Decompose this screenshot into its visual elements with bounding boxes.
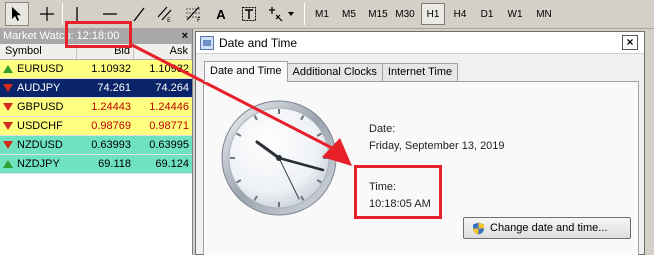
ask-cell: 1.10932 [149, 63, 189, 75]
timeframe-d1-button[interactable]: D1 [475, 3, 499, 25]
symbol-name: USDCHF [17, 120, 63, 132]
market-watch-panel: Market Watch: 12:18:00 × Symbol Bid Ask … [0, 29, 193, 255]
svg-text:F: F [197, 17, 201, 23]
change-date-time-button[interactable]: Change date and time... [463, 217, 631, 239]
channel-button[interactable]: E [154, 2, 176, 26]
close-icon[interactable]: × [182, 29, 188, 44]
ask-cell: 0.63995 [149, 139, 189, 151]
symbol-cell: AUDJPY [0, 79, 77, 97]
market-watch-rows: EURUSD 1.10932 1.10932 AUDJPY 74.261 74.264 GB… [0, 60, 192, 174]
crosshair-icon [40, 7, 54, 21]
market-watch-row[interactable]: NZDJPY 69.118 69.124 [0, 155, 192, 174]
symbol-cell: GBPUSD [0, 98, 77, 116]
symbol-name: NZDJPY [17, 158, 60, 170]
dialog-tabs: Date and Time Additional Clocks Internet… [204, 61, 459, 82]
bid-cell: 0.98769 [91, 120, 131, 132]
horizontal-line-icon [103, 13, 117, 15]
fibonacci-button[interactable]: F [182, 2, 206, 26]
timeframe-m15-button[interactable]: M15 [364, 3, 392, 25]
cursor-button[interactable] [5, 2, 29, 26]
symbol-name: EURUSD [17, 63, 64, 75]
timeframe-h4-button[interactable]: H4 [448, 3, 472, 25]
bid-cell: 74.261 [97, 82, 131, 94]
vertical-line-icon [76, 7, 78, 21]
date-time-dialog: Date and Time × Date and Time Additional… [195, 31, 645, 255]
market-watch-row[interactable]: USDCHF 0.98769 0.98771 [0, 117, 192, 136]
crosshair-button[interactable] [35, 2, 59, 26]
svg-text:E: E [167, 17, 171, 23]
close-icon[interactable]: × [622, 35, 638, 50]
symbol-name: NZDUSD [17, 139, 63, 151]
arrow-down-icon [3, 103, 13, 111]
symbol-cell: NZDJPY [0, 155, 77, 173]
dialog-title-bar: Date and Time × [196, 32, 644, 54]
change-date-time-label: Change date and time... [490, 222, 608, 234]
symbol-cell: NZDUSD [0, 136, 77, 154]
timeframe-m30-button[interactable]: M30 [391, 3, 419, 25]
symbol-name: GBPUSD [17, 101, 64, 113]
arrow-up-icon [3, 160, 13, 168]
timeframe-w1-button[interactable]: W1 [503, 3, 527, 25]
cursor-icon [12, 7, 21, 21]
bid-cell: 1.10932 [91, 63, 131, 75]
timeframe-h1-button[interactable]: H1 [421, 3, 445, 25]
symbol-cell: USDCHF [0, 117, 77, 135]
symbol-cell: EURUSD [0, 60, 77, 78]
timeframe-m5-button[interactable]: M5 [337, 3, 361, 25]
text-icon: A [216, 6, 226, 22]
ask-cell: 0.98771 [149, 120, 189, 132]
highlight-box-system-time [354, 165, 442, 219]
market-watch-row[interactable]: NZDUSD 0.63993 0.63995 [0, 136, 192, 155]
trendline-icon [133, 7, 145, 22]
dialog-title: Date and Time [219, 35, 298, 50]
timeframe-mn-button[interactable]: MN [532, 3, 556, 25]
arrows-icon [269, 7, 294, 22]
market-watch-row[interactable]: EURUSD 1.10932 1.10932 [0, 60, 192, 79]
tab-internet-time[interactable]: Internet Time [381, 63, 459, 82]
arrow-down-icon [3, 122, 13, 130]
market-watch-row[interactable]: AUDJPY 74.261 74.264 [0, 79, 192, 98]
ask-cell: 1.24446 [149, 101, 189, 113]
toolbar-separator [304, 3, 305, 25]
arrow-down-icon [3, 141, 13, 149]
text-label-button[interactable] [238, 2, 260, 26]
highlight-box-market-time [65, 21, 132, 48]
channel-icon: E [157, 6, 172, 23]
timeframe-m1-button[interactable]: M1 [310, 3, 334, 25]
symbol-name: AUDJPY [17, 82, 61, 94]
market-watch-row[interactable]: GBPUSD 1.24443 1.24446 [0, 98, 192, 117]
arrow-up-icon [3, 65, 13, 73]
bid-cell: 1.24443 [91, 101, 131, 113]
text-button[interactable]: A [210, 2, 232, 26]
bid-cell: 0.63993 [91, 139, 131, 151]
clock-icon [200, 35, 214, 50]
column-header-ask[interactable]: Ask [134, 44, 192, 59]
bid-cell: 69.118 [98, 158, 131, 170]
arrows-dropdown-button[interactable] [264, 2, 298, 26]
analog-clock [221, 100, 337, 216]
toolbar-separator [62, 3, 63, 25]
ask-cell: 69.124 [155, 158, 189, 170]
date-value: Friday, September 13, 2019 [369, 140, 505, 152]
arrow-down-icon [3, 84, 13, 92]
date-label: Date: [369, 123, 396, 135]
fibonacci-icon: F [186, 6, 201, 23]
tab-additional-clocks[interactable]: Additional Clocks [286, 63, 383, 82]
ask-cell: 74.264 [155, 82, 189, 94]
shield-icon [473, 222, 484, 234]
tab-date-and-time[interactable]: Date and Time [204, 61, 288, 82]
text-label-icon [242, 7, 256, 21]
